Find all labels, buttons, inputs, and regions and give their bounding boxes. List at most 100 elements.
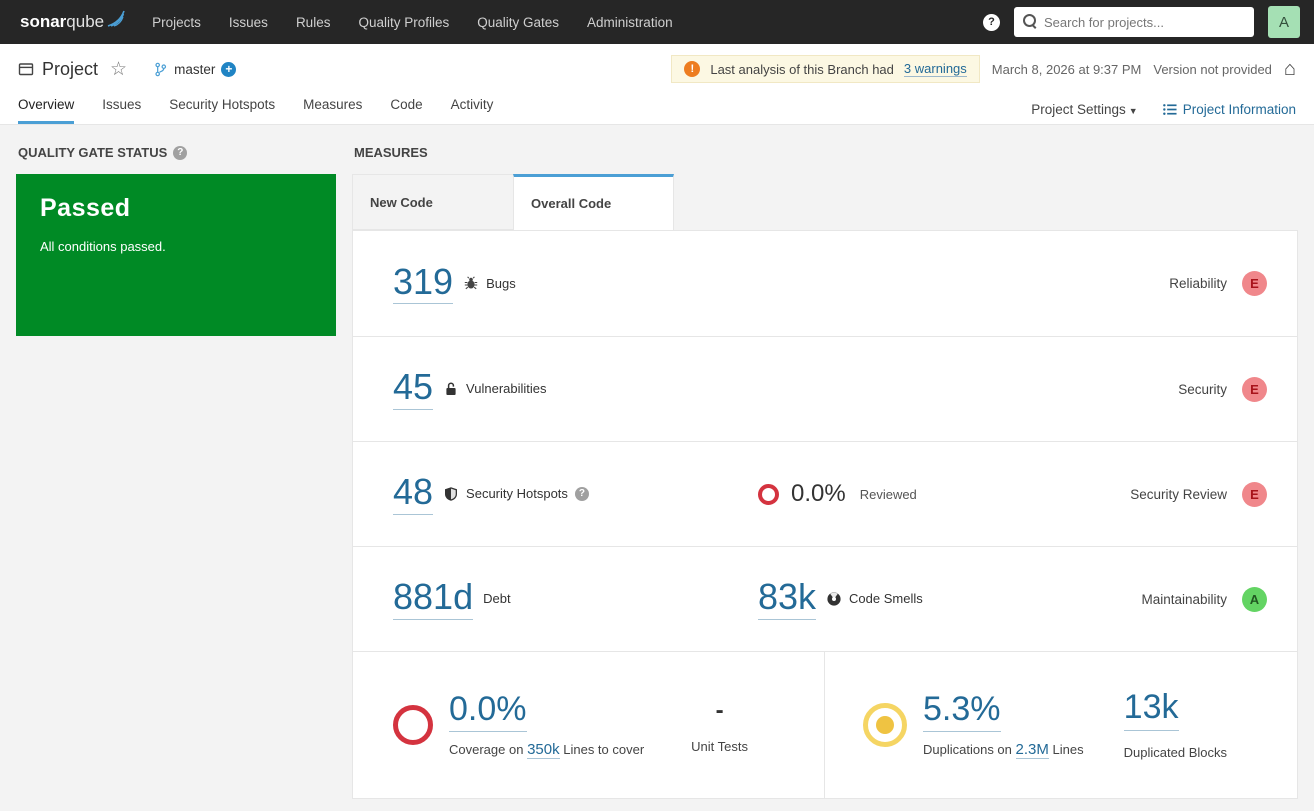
top-navbar: sonarqube Projects Issues Rules Quality … bbox=[0, 0, 1314, 44]
bug-icon bbox=[464, 276, 478, 290]
analysis-warning-banner: ! Last analysis of this Branch had 3 war… bbox=[671, 55, 980, 83]
measures-tabs: New Code Overall Code bbox=[352, 174, 1298, 230]
list-icon bbox=[1162, 104, 1177, 115]
coverage-ring-icon bbox=[393, 705, 433, 745]
reliability-label: Reliability bbox=[1169, 276, 1227, 291]
duplicated-blocks-link[interactable]: 13k bbox=[1123, 689, 1179, 731]
vulnerabilities-label: Vulnerabilities bbox=[466, 381, 547, 397]
code-smells-label: Code Smells bbox=[849, 591, 923, 607]
maintainability-row: 881d Debt 83k Code Smells Maintainabilit… bbox=[353, 546, 1297, 651]
project-header: Project ☆ master + ! Last analysis of th… bbox=[0, 44, 1314, 125]
reliability-rating-badge[interactable]: E bbox=[1242, 271, 1267, 296]
project-information-button[interactable]: Project Information bbox=[1162, 102, 1296, 117]
vulnerabilities-row: 45 Vulnerabilities Security E bbox=[353, 336, 1297, 441]
measures-panel: 319 Bugs Reliability E 45 Vulnerabilitie… bbox=[352, 230, 1298, 799]
vulnerabilities-count-link[interactable]: 45 bbox=[393, 368, 434, 410]
project-information-label: Project Information bbox=[1182, 102, 1296, 117]
help-icon[interactable]: ? bbox=[983, 13, 1000, 31]
chevron-down-icon: ▼ bbox=[1128, 106, 1138, 116]
analysis-date: March 8, 2026 at 9:37 PM bbox=[991, 61, 1142, 77]
lock-icon bbox=[446, 382, 456, 395]
branch-name: master bbox=[174, 61, 216, 77]
nav-item-issues[interactable]: Issues bbox=[229, 15, 268, 30]
branch-selector[interactable]: master + bbox=[153, 61, 237, 77]
search-icon bbox=[1023, 14, 1036, 27]
code-smells-icon bbox=[827, 592, 841, 606]
maintainability-rating-badge[interactable]: A bbox=[1242, 586, 1267, 612]
tab-overview[interactable]: Overview bbox=[18, 97, 75, 124]
security-rating-badge[interactable]: E bbox=[1242, 376, 1267, 402]
tab-activity[interactable]: Activity bbox=[451, 97, 494, 124]
tab-issues[interactable]: Issues bbox=[102, 97, 141, 124]
project-settings-dropdown[interactable]: Project Settings ▼ bbox=[1031, 102, 1137, 117]
coverage-caption-prefix: Coverage on bbox=[449, 742, 524, 758]
page-title: Project bbox=[42, 58, 99, 79]
tab-overall-code[interactable]: Overall Code bbox=[513, 174, 674, 230]
nav-item-administration[interactable]: Administration bbox=[587, 15, 673, 30]
quality-gate-description: All conditions passed. bbox=[40, 239, 166, 254]
brand-bold: sonar bbox=[20, 12, 67, 31]
measures-section: MEASURES New Code Overall Code 319 Bugs bbox=[352, 141, 1298, 799]
nav-item-projects[interactable]: Projects bbox=[152, 15, 201, 30]
user-avatar[interactable]: A bbox=[1268, 6, 1300, 38]
warnings-link[interactable]: 3 warnings bbox=[903, 61, 967, 77]
nav-item-rules[interactable]: Rules bbox=[296, 15, 331, 30]
security-review-label: Security Review bbox=[1130, 486, 1227, 502]
quality-gate-help-icon[interactable]: ? bbox=[173, 145, 188, 160]
sonarqube-logo[interactable]: sonarqube bbox=[20, 10, 126, 32]
duplications-cell: 5.3% Duplications on 2.3M Lines 13k Dupl… bbox=[824, 652, 1297, 798]
code-smells-link[interactable]: 83k bbox=[758, 578, 817, 620]
quality-gate-status-card: Passed All conditions passed. bbox=[16, 174, 336, 336]
nav-item-quality-gates[interactable]: Quality Gates bbox=[477, 15, 559, 30]
duplications-value-link[interactable]: 5.3% bbox=[923, 691, 1001, 733]
duplicated-blocks-label: Duplicated Blocks bbox=[1123, 744, 1227, 760]
nav-right-group: ? A bbox=[983, 6, 1300, 38]
project-title-group: Project ☆ bbox=[18, 58, 127, 81]
hotspots-help-icon[interactable]: ? bbox=[574, 486, 589, 501]
nav-item-quality-profiles[interactable]: Quality Profiles bbox=[358, 15, 449, 30]
warning-icon: ! bbox=[684, 61, 701, 77]
favorite-star-icon[interactable]: ☆ bbox=[110, 58, 127, 81]
hotspots-label: Security Hotspots bbox=[466, 486, 568, 502]
duplication-lines-link[interactable]: 2.3M bbox=[1015, 741, 1049, 760]
coverage-value-link[interactable]: 0.0% bbox=[449, 691, 527, 733]
debt-label: Debt bbox=[483, 591, 511, 607]
duplications-donut-icon bbox=[863, 703, 907, 747]
reviewed-value: 0.0% bbox=[791, 480, 846, 507]
debt-link[interactable]: 881d bbox=[393, 578, 474, 620]
unit-tests-value: - bbox=[715, 696, 724, 724]
add-branch-icon[interactable]: + bbox=[221, 61, 237, 77]
bugs-label: Bugs bbox=[486, 275, 516, 291]
project-tabs: Overview Issues Security Hotspots Measur… bbox=[18, 97, 493, 124]
warning-text: Last analysis of this Branch had bbox=[710, 61, 894, 77]
tab-security-hotspots[interactable]: Security Hotspots bbox=[169, 97, 275, 124]
version-label: Version not provided bbox=[1153, 61, 1272, 77]
coverage-cell: 0.0% Coverage on 350k Lines to cover - U… bbox=[353, 652, 824, 798]
security-hotspots-row: 48 Security Hotspots ? 0.0% Reviewed Sec… bbox=[353, 441, 1297, 546]
nav-links: Projects Issues Rules Quality Profiles Q… bbox=[152, 15, 672, 30]
quality-gate-section: QUALITY GATE STATUS ? Passed All conditi… bbox=[16, 141, 336, 799]
duplications-caption-suffix: Lines bbox=[1052, 742, 1084, 758]
homepage-icon[interactable]: ⌂ bbox=[1284, 59, 1296, 79]
tab-new-code[interactable]: New Code bbox=[352, 174, 513, 230]
duplications-caption-prefix: Duplications on bbox=[923, 742, 1012, 758]
project-icon bbox=[18, 63, 34, 76]
shield-icon bbox=[445, 487, 458, 501]
unit-tests-group: - Unit Tests bbox=[691, 697, 748, 754]
hotspots-count-link[interactable]: 48 bbox=[393, 473, 434, 515]
security-review-rating-badge[interactable]: E bbox=[1242, 481, 1267, 507]
lines-to-cover-link[interactable]: 350k bbox=[527, 741, 560, 760]
tab-measures[interactable]: Measures bbox=[303, 97, 362, 124]
tab-code[interactable]: Code bbox=[390, 97, 422, 124]
maintainability-label: Maintainability bbox=[1141, 591, 1227, 607]
search-input[interactable] bbox=[1014, 7, 1254, 37]
coverage-caption-suffix: Lines to cover bbox=[563, 742, 645, 758]
project-settings-label: Project Settings bbox=[1031, 102, 1126, 117]
bugs-count-link[interactable]: 319 bbox=[393, 262, 454, 305]
quality-gate-title: QUALITY GATE STATUS bbox=[18, 145, 168, 160]
unit-tests-label: Unit Tests bbox=[691, 738, 748, 754]
sonarqube-wave-icon bbox=[107, 10, 125, 27]
search-box bbox=[1014, 7, 1254, 37]
quality-gate-status: Passed bbox=[40, 194, 131, 222]
overview-content: QUALITY GATE STATUS ? Passed All conditi… bbox=[0, 125, 1314, 811]
